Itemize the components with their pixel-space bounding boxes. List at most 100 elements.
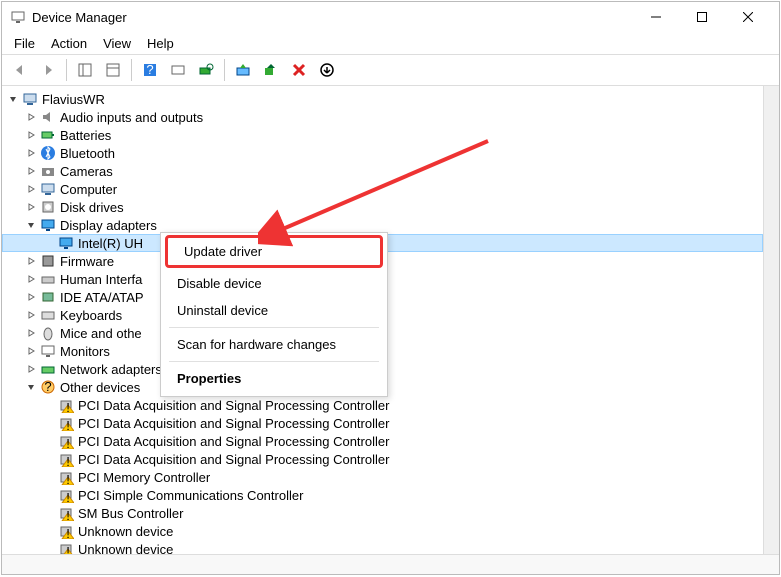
toolbar-icon[interactable] bbox=[166, 58, 190, 82]
menu-disable-device[interactable]: Disable device bbox=[161, 270, 387, 297]
tree-device[interactable]: !PCI Data Acquisition and Signal Process… bbox=[2, 396, 763, 414]
warn-icon: ! bbox=[58, 523, 74, 539]
camera-icon bbox=[40, 163, 56, 179]
chevron-down-icon[interactable] bbox=[24, 380, 38, 394]
svg-text:!: ! bbox=[66, 490, 70, 503]
svg-text:!: ! bbox=[66, 544, 70, 554]
chevron-right-icon[interactable] bbox=[24, 110, 38, 124]
chevron-right-icon[interactable] bbox=[24, 182, 38, 196]
svg-text:!: ! bbox=[66, 418, 70, 431]
scan-hardware-button[interactable] bbox=[194, 58, 218, 82]
tree-label: Monitors bbox=[60, 344, 110, 359]
tree-label: PCI Memory Controller bbox=[78, 470, 210, 485]
keyboard-icon bbox=[40, 307, 56, 323]
chevron-right-icon[interactable] bbox=[24, 290, 38, 304]
tree-device[interactable]: ! Unknown device bbox=[2, 522, 763, 540]
chevron-right-icon[interactable] bbox=[24, 326, 38, 340]
mouse-icon bbox=[40, 325, 56, 341]
menu-scan-hardware[interactable]: Scan for hardware changes bbox=[161, 331, 387, 358]
context-menu: Update driver Disable device Uninstall d… bbox=[160, 232, 388, 397]
battery-icon bbox=[40, 127, 56, 143]
ide-icon bbox=[40, 289, 56, 305]
forward-button[interactable] bbox=[36, 58, 60, 82]
tree-category[interactable]: Disk drives bbox=[2, 198, 763, 216]
tree-device[interactable]: ! Unknown device bbox=[2, 540, 763, 554]
menu-view[interactable]: View bbox=[97, 34, 137, 53]
tree-category[interactable]: Cameras bbox=[2, 162, 763, 180]
show-hide-tree-button[interactable] bbox=[73, 58, 97, 82]
tree-label: Cameras bbox=[60, 164, 113, 179]
menu-help[interactable]: Help bbox=[141, 34, 180, 53]
back-button[interactable] bbox=[8, 58, 32, 82]
window-title: Device Manager bbox=[32, 10, 633, 25]
chevron-down-icon[interactable] bbox=[6, 92, 20, 106]
chevron-right-icon[interactable] bbox=[24, 308, 38, 322]
audio-icon bbox=[40, 109, 56, 125]
chevron-right-icon[interactable] bbox=[24, 272, 38, 286]
tree-label: Bluetooth bbox=[60, 146, 115, 161]
other-icon: ? bbox=[40, 379, 56, 395]
tree-device[interactable]: ! PCI Memory Controller bbox=[2, 468, 763, 486]
tree-label: IDE ATA/ATAP bbox=[60, 290, 144, 305]
chevron-right-icon[interactable] bbox=[24, 164, 38, 178]
device-manager-window: Device Manager File Action View Help ? F… bbox=[1, 1, 780, 575]
properties-button[interactable] bbox=[101, 58, 125, 82]
menu-uninstall-device[interactable]: Uninstall device bbox=[161, 297, 387, 324]
chevron-right-icon[interactable] bbox=[24, 362, 38, 376]
chevron-right-icon[interactable] bbox=[24, 128, 38, 142]
tree-device[interactable]: !PCI Data Acquisition and Signal Process… bbox=[2, 432, 763, 450]
update-driver-button[interactable] bbox=[231, 58, 255, 82]
chevron-right-icon[interactable] bbox=[24, 146, 38, 160]
warn-icon: ! bbox=[58, 541, 74, 554]
menu-update-driver[interactable]: Update driver bbox=[165, 235, 383, 268]
menubar: File Action View Help bbox=[2, 32, 779, 54]
tree-root[interactable]: FlaviusWR bbox=[2, 90, 763, 108]
disable-button[interactable] bbox=[287, 58, 311, 82]
tree-label: Mice and othe bbox=[60, 326, 142, 341]
tree-category[interactable]: Computer bbox=[2, 180, 763, 198]
maximize-button[interactable] bbox=[679, 2, 725, 32]
computer-icon bbox=[40, 181, 56, 197]
tree-category[interactable]: Audio inputs and outputs bbox=[2, 108, 763, 126]
tree-label: Firmware bbox=[60, 254, 114, 269]
menu-action[interactable]: Action bbox=[45, 34, 93, 53]
close-button[interactable] bbox=[725, 2, 771, 32]
svg-text:!: ! bbox=[66, 454, 70, 467]
toolbar: ? bbox=[2, 54, 779, 86]
tree-label: Unknown device bbox=[78, 524, 173, 539]
chevron-right-icon[interactable] bbox=[24, 344, 38, 358]
svg-text:?: ? bbox=[146, 62, 153, 77]
tree-label: Other devices bbox=[60, 380, 140, 395]
tree-label: PCI Data Acquisition and Signal Processi… bbox=[78, 398, 389, 413]
tree-label: PCI Simple Communications Controller bbox=[78, 488, 303, 503]
help-button[interactable]: ? bbox=[138, 58, 162, 82]
tree-label: PCI Data Acquisition and Signal Processi… bbox=[78, 434, 389, 449]
display-icon bbox=[58, 235, 74, 251]
tree-device[interactable]: !PCI Data Acquisition and Signal Process… bbox=[2, 450, 763, 468]
chevron-right-icon[interactable] bbox=[24, 254, 38, 268]
menu-file[interactable]: File bbox=[8, 34, 41, 53]
tree-device[interactable]: ! PCI Simple Communications Controller bbox=[2, 486, 763, 504]
minimize-button[interactable] bbox=[633, 2, 679, 32]
uninstall-button[interactable] bbox=[259, 58, 283, 82]
bluetooth-icon bbox=[40, 145, 56, 161]
warn-icon: ! bbox=[58, 469, 74, 485]
tree-category[interactable]: Batteries bbox=[2, 126, 763, 144]
hid-icon bbox=[40, 271, 56, 287]
monitor-icon bbox=[40, 343, 56, 359]
network-icon bbox=[40, 361, 56, 377]
chevron-right-icon[interactable] bbox=[24, 200, 38, 214]
tree-label: Audio inputs and outputs bbox=[60, 110, 203, 125]
vertical-scrollbar[interactable] bbox=[763, 86, 779, 554]
tree-label: Batteries bbox=[60, 128, 111, 143]
tree-label: Unknown device bbox=[78, 542, 173, 555]
menu-properties[interactable]: Properties bbox=[161, 365, 387, 392]
enable-button[interactable] bbox=[315, 58, 339, 82]
chevron-down-icon[interactable] bbox=[24, 218, 38, 232]
tree-device[interactable]: !SM Bus Controller bbox=[2, 504, 763, 522]
tree-device[interactable]: !PCI Data Acquisition and Signal Process… bbox=[2, 414, 763, 432]
warn-icon: ! bbox=[58, 505, 74, 521]
tree-category[interactable]: Bluetooth bbox=[2, 144, 763, 162]
titlebar: Device Manager bbox=[2, 2, 779, 32]
tree-label: Keyboards bbox=[60, 308, 122, 323]
